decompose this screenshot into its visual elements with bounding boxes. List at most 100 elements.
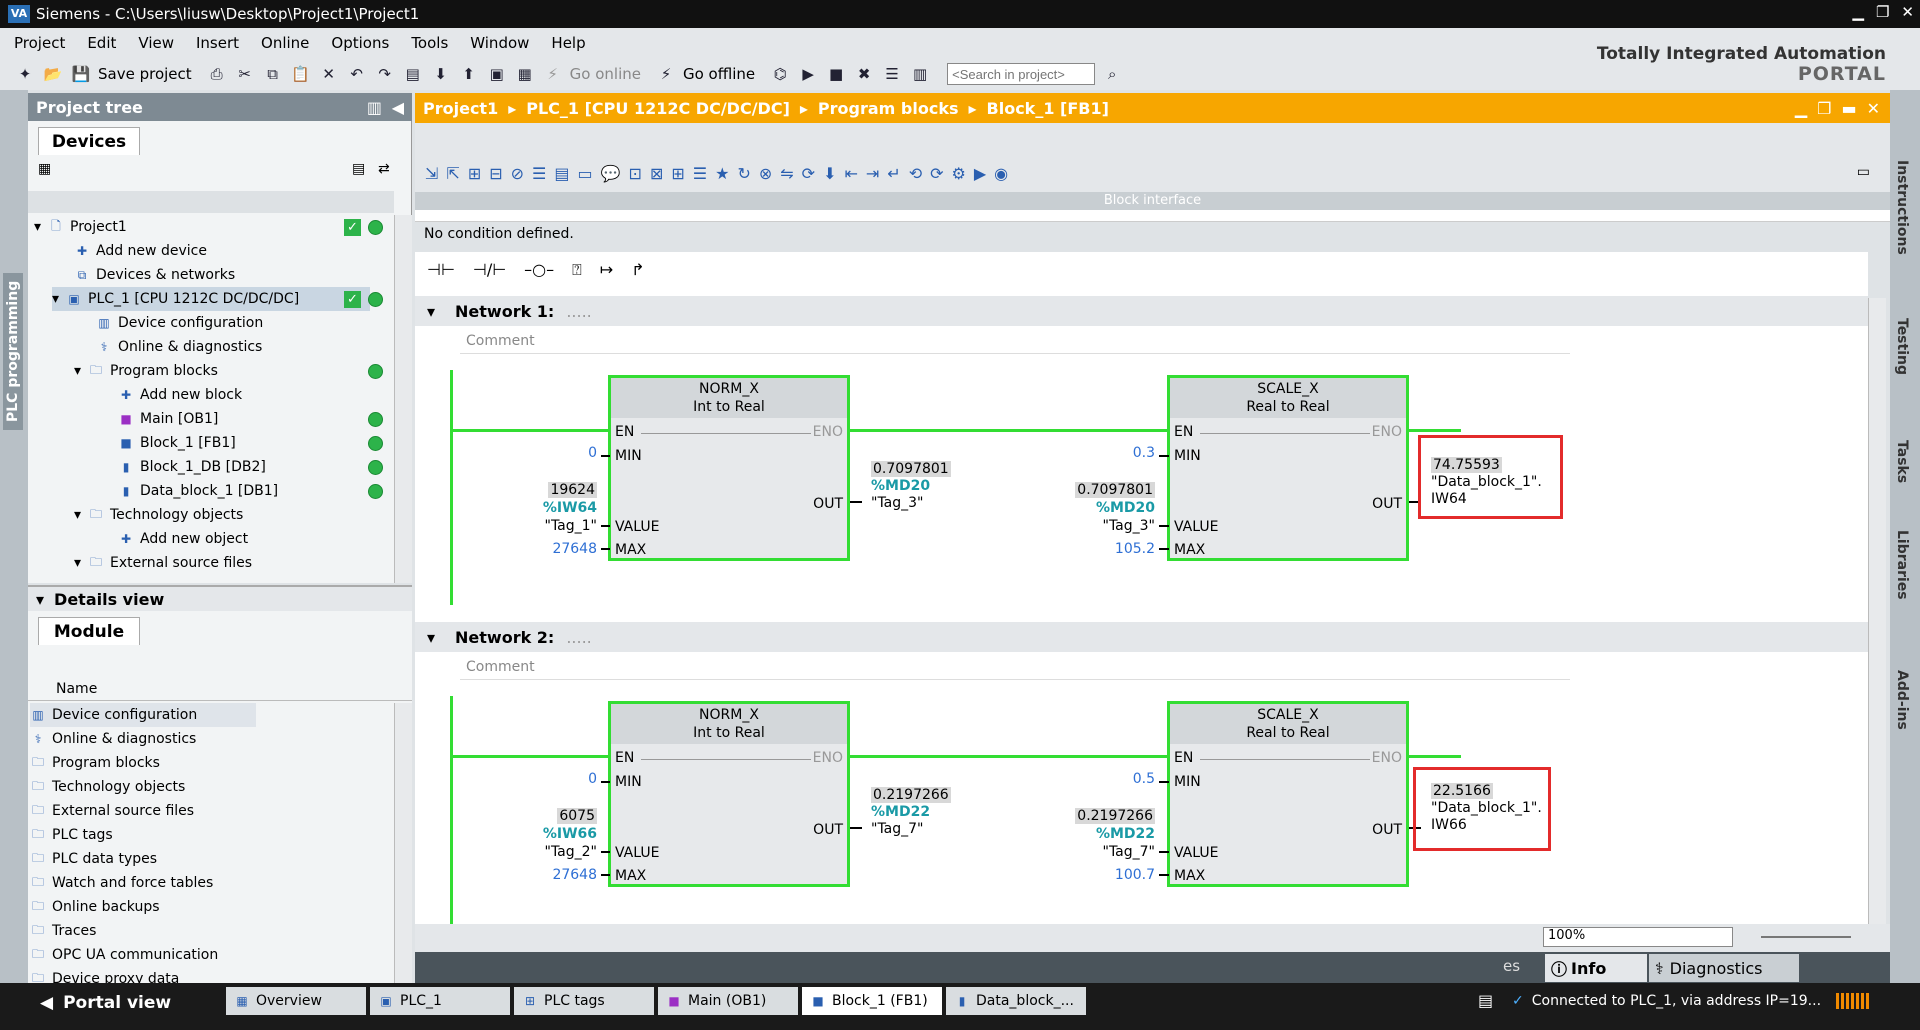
tab-instructions[interactable]: Instructions [1894, 160, 1910, 255]
split-v-icon[interactable]: ▥ [909, 63, 931, 85]
close-icon[interactable]: ✕ [1901, 3, 1914, 21]
search-project-input[interactable] [947, 63, 1096, 85]
empty-box-icon[interactable]: ⍰ [572, 260, 582, 282]
tree-scrollbar[interactable] [394, 215, 412, 583]
wrap-icon[interactable]: ↵ [887, 164, 900, 183]
breadcrumb-block[interactable]: Block_1 [FB1] [987, 99, 1109, 118]
tree-item-block1-db2[interactable]: ▮ Block_1_DB [DB2] [118, 455, 266, 479]
norm-max-value[interactable]: 27648 [525, 541, 597, 557]
scale-value-address[interactable]: %MD20 [1055, 500, 1155, 516]
table-view-icon[interactable]: ▤ [352, 161, 365, 177]
bottom-tab-plc1[interactable]: ▣ PLC_1 [370, 987, 510, 1015]
portal-view-button[interactable]: ◀ Portal view [40, 993, 171, 1013]
tree-item-add-device[interactable]: ✚ Add new device [74, 239, 207, 263]
pin-icon[interactable]: ▥ [367, 98, 382, 117]
coil-icon[interactable]: –○– [524, 260, 554, 282]
delete-network-icon[interactable]: ⇱ [446, 164, 459, 183]
go-online-button[interactable]: Go online [570, 65, 641, 83]
search-go-icon[interactable]: ⌕ [1101, 63, 1123, 85]
scale-max-value[interactable]: 105.2 [1055, 541, 1155, 557]
split-h-icon[interactable]: ☰ [881, 63, 903, 85]
restore-icon[interactable]: ❐ [1817, 99, 1831, 118]
scale-value-tag[interactable]: "Tag_3" [1055, 518, 1156, 534]
compile-icon[interactable]: ▤ [402, 63, 424, 85]
norm-x-block[interactable]: NORM_X Int to Real EN ENO MIN OUT VALUE M… [608, 701, 850, 887]
norm-x-block[interactable]: NORM_X Int to Real EN ENO MIN OUT VALUE M… [608, 375, 850, 561]
tab-libraries[interactable]: Libraries [1894, 530, 1910, 600]
breakpoint-icon[interactable]: ⚙ [952, 164, 966, 183]
list-item[interactable]: 🗀 Program blocks [30, 751, 160, 775]
error-icon[interactable]: ⊗ [759, 164, 772, 183]
go-offline-button[interactable]: Go offline [683, 65, 755, 83]
restore-icon[interactable]: ❐ [1876, 3, 1889, 21]
menu-project[interactable]: Project [14, 34, 65, 52]
menu-view[interactable]: View [138, 34, 174, 52]
go-online-icon[interactable]: ⚡ [542, 63, 564, 85]
list-item[interactable]: 🗀 Watch and force tables [30, 871, 213, 895]
menu-help[interactable]: Help [551, 34, 585, 52]
sync-icon[interactable]: ⇄ [378, 161, 390, 177]
list-icon[interactable]: ☰ [693, 164, 707, 183]
menu-online[interactable]: Online [261, 34, 309, 52]
scale-out-member[interactable]: IW64 [1431, 491, 1467, 507]
norm-out-tag[interactable]: "Tag_3" [871, 495, 924, 511]
scale-x-block[interactable]: SCALE_X Real to Real EN ENO MIN OUT VALUE… [1167, 375, 1409, 561]
run-icon[interactable]: ◉ [994, 164, 1008, 183]
absolute-icon[interactable]: ⊡ [629, 164, 642, 183]
indent-left-icon[interactable]: ⇤ [844, 164, 857, 183]
scale-x-block[interactable]: SCALE_X Real to Real EN ENO MIN OUT VALUE… [1167, 701, 1409, 887]
print-icon[interactable]: ⎙ [206, 63, 228, 85]
tree-item-ext-sources[interactable]: ▾ 🗀 External source files [74, 551, 252, 575]
tree-item-block1-fb1[interactable]: ■ Block_1 [FB1] [118, 431, 235, 455]
menu-tools[interactable]: Tools [411, 34, 448, 52]
tab-testing[interactable]: Testing [1894, 318, 1910, 375]
new-project-icon[interactable]: ✦ [14, 63, 36, 85]
star-icon[interactable]: ★ [715, 164, 729, 183]
tree-item-tech-objects[interactable]: ▾ 🗀 Technology objects [74, 503, 243, 527]
ladder-editor[interactable]: ▾ Network 1: ..... Comment NORM_X Int to … [415, 290, 1868, 950]
overview-icon[interactable]: ▦ [38, 161, 51, 177]
column-name[interactable]: Name [28, 681, 412, 701]
list-item[interactable]: 🗀 Technology objects [30, 775, 185, 799]
delete-icon[interactable]: ✕ [318, 63, 340, 85]
tab-tasks[interactable]: Tasks [1894, 440, 1910, 483]
scale-min-value[interactable]: 0.3 [1055, 445, 1155, 461]
open-branch-icon[interactable]: ↦ [600, 260, 613, 282]
list-item[interactable]: 🗀 PLC data types [30, 847, 157, 871]
close-all-icon[interactable]: ▤ [554, 164, 569, 183]
cross-ref-icon[interactable]: ✖ [853, 63, 875, 85]
norm-value-address[interactable]: %IW64 [525, 500, 597, 516]
compare-icon[interactable]: ⇋ [780, 164, 793, 183]
save-project-button[interactable]: Save project [98, 65, 192, 83]
plc-programming-tab[interactable]: PLC programming [3, 272, 23, 430]
download-icon[interactable]: ⬇ [823, 164, 836, 183]
monitor-icon[interactable]: ▤ [1478, 991, 1493, 1010]
list-item[interactable]: 🗀 Traces [30, 919, 96, 943]
editor-scrollbar[interactable] [1868, 298, 1886, 924]
reset-icon[interactable]: ⊘ [511, 164, 524, 183]
tree-item-add-object[interactable]: ✚ Add new object [118, 527, 248, 551]
favorites-icon[interactable]: ▭ [578, 164, 593, 183]
cut-icon[interactable]: ✂ [234, 63, 256, 85]
indent-right-icon[interactable]: ⇥ [866, 164, 879, 183]
undo-icon[interactable]: ↶ [346, 63, 368, 85]
zoom-select[interactable]: 100% [1543, 927, 1733, 947]
norm-min-value[interactable]: 0 [525, 771, 597, 787]
list-item[interactable]: 🗀 Online backups [30, 895, 160, 919]
breadcrumb-project[interactable]: Project1 [423, 99, 498, 118]
monitor-on-icon[interactable]: ⟳ [930, 164, 943, 183]
menu-window[interactable]: Window [470, 34, 529, 52]
copy-icon[interactable]: ⧉ [262, 63, 284, 85]
tree-item-add-block[interactable]: ✚ Add new block [118, 383, 242, 407]
scale-out-member[interactable]: IW66 [1431, 817, 1467, 833]
list-item[interactable]: 🗀 External source files [30, 799, 194, 823]
zoom-slider[interactable] [1761, 936, 1851, 938]
scale-value-tag[interactable]: "Tag_7" [1055, 844, 1156, 860]
redo-icon[interactable]: ↷ [374, 63, 396, 85]
start-cpu-icon[interactable]: ▶ [797, 63, 819, 85]
no-contact-icon[interactable]: ⊣⊢ [427, 260, 455, 282]
save-icon[interactable]: 💾 [70, 63, 92, 85]
scale-out-tag[interactable]: "Data_block_1". [1431, 800, 1542, 816]
comment-icon[interactable]: 💬 [601, 164, 621, 183]
bottom-tab-main[interactable]: ■ Main (OB1) [658, 987, 798, 1015]
